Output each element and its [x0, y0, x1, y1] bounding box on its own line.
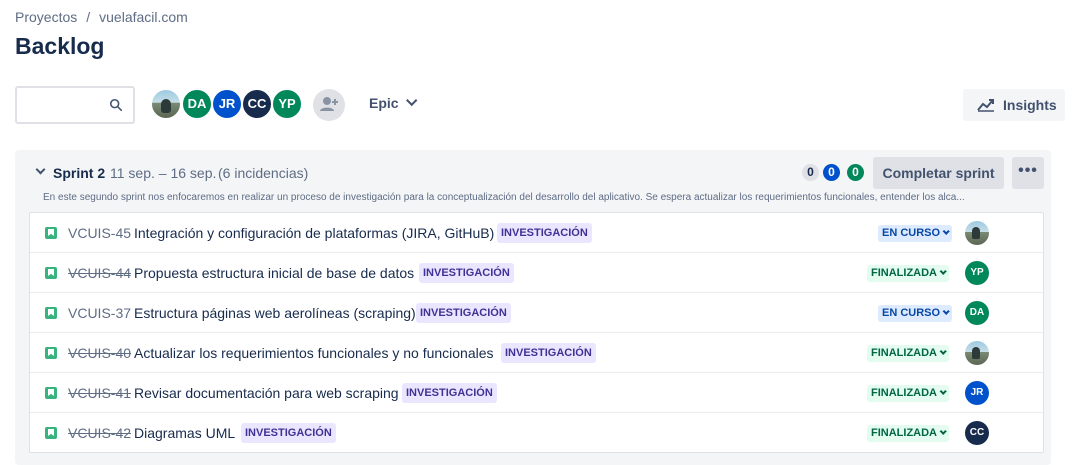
- issue-row[interactable]: VCUIS-37 Estructura páginas web aerolíne…: [30, 293, 1043, 333]
- status-label: FINALIZADA: [871, 427, 937, 439]
- issue-summary: Integración y configuración de plataform…: [134, 225, 495, 241]
- issue-key[interactable]: VCUIS-45: [68, 225, 131, 241]
- story-icon: [45, 347, 57, 359]
- issue-row[interactable]: VCUIS-45 Integración y configuración de …: [30, 213, 1043, 253]
- issue-key[interactable]: VCUIS-44: [68, 265, 131, 281]
- sprint-issue-count: (6 incidencias): [218, 165, 309, 181]
- breadcrumb-project-link[interactable]: vuelafacil.com: [99, 9, 188, 25]
- todo-count-badge: 0: [802, 164, 819, 181]
- story-icon: [45, 227, 57, 239]
- epic-lozenge[interactable]: INVESTIGACIÓN: [241, 423, 336, 443]
- epic-lozenge[interactable]: INVESTIGACIÓN: [419, 263, 514, 283]
- insights-button[interactable]: Insights: [963, 89, 1065, 121]
- status-label: FINALIZADA: [871, 347, 937, 359]
- issue-row[interactable]: VCUIS-42 Diagramas UML INVESTIGACIÓN FIN…: [30, 413, 1043, 452]
- epic-filter-label: Epic: [369, 95, 399, 111]
- chevron-down-icon: [939, 427, 947, 435]
- issue-summary: Propuesta estructura inicial de base de …: [134, 265, 415, 281]
- epic-lozenge[interactable]: INVESTIGACIÓN: [402, 383, 497, 403]
- backlog-toolbar: DA JR CC YP Epic Insights: [15, 86, 1065, 126]
- avatar[interactable]: CC: [241, 88, 273, 120]
- breadcrumb-projects-link[interactable]: Proyectos: [15, 9, 77, 25]
- status-dropdown[interactable]: FINALIZADA: [867, 265, 949, 282]
- in-progress-count-badge: 0: [823, 164, 840, 181]
- story-icon: [45, 307, 57, 319]
- status-label: FINALIZADA: [871, 387, 937, 399]
- sprint-description: En este segundo sprint nos enfocaremos e…: [43, 192, 965, 203]
- breadcrumb-separator: /: [86, 9, 91, 25]
- status-dropdown[interactable]: FINALIZADA: [867, 345, 949, 362]
- issue-key[interactable]: VCUIS-42: [68, 425, 131, 441]
- epic-lozenge[interactable]: INVESTIGACIÓN: [501, 343, 596, 363]
- chevron-down-icon: [405, 94, 417, 107]
- epic-lozenge[interactable]: INVESTIGACIÓN: [497, 223, 592, 243]
- chevron-down-icon: [942, 307, 950, 315]
- story-icon: [45, 387, 57, 399]
- issue-row[interactable]: VCUIS-40 Actualizar los requerimientos f…: [30, 333, 1043, 373]
- assignee-avatar[interactable]: DA: [965, 301, 989, 325]
- assignee-avatar[interactable]: YP: [965, 261, 989, 285]
- issue-row[interactable]: VCUIS-41 Revisar documentación para web …: [30, 373, 1043, 413]
- epic-lozenge[interactable]: INVESTIGACIÓN: [416, 303, 511, 323]
- assignee-avatar[interactable]: [965, 341, 989, 365]
- story-icon: [45, 427, 57, 439]
- add-people-button[interactable]: [313, 89, 345, 121]
- chevron-down-icon: [939, 347, 947, 355]
- issue-summary: Estructura páginas web aerolíneas (scrap…: [134, 305, 416, 321]
- sprint-dates: 11 sep. – 16 sep.: [110, 165, 217, 181]
- avatar[interactable]: YP: [271, 88, 303, 120]
- search-input[interactable]: [15, 86, 135, 124]
- avatar[interactable]: [150, 88, 182, 120]
- assignee-avatar[interactable]: JR: [965, 381, 989, 405]
- sprint-name[interactable]: Sprint 2: [53, 165, 105, 181]
- complete-sprint-button[interactable]: Completar sprint: [873, 157, 1004, 189]
- issue-list: VCUIS-45 Integración y configuración de …: [29, 212, 1044, 453]
- insights-label: Insights: [1003, 97, 1057, 113]
- assignee-avatar[interactable]: [965, 221, 989, 245]
- issue-row[interactable]: VCUIS-44 Propuesta estructura inicial de…: [30, 253, 1043, 293]
- assignee-avatar[interactable]: CC: [965, 421, 989, 445]
- page-title: Backlog: [15, 33, 105, 59]
- add-user-icon: [320, 97, 338, 111]
- status-label: FINALIZADA: [871, 267, 937, 279]
- chevron-down-icon: [942, 227, 950, 235]
- status-dropdown[interactable]: EN CURSO: [878, 305, 953, 322]
- status-label: EN CURSO: [882, 307, 941, 319]
- breadcrumb: Proyectos / vuelafacil.com: [15, 9, 188, 25]
- issue-key[interactable]: VCUIS-37: [68, 305, 131, 321]
- sprint-header: Sprint 2 11 sep. – 16 sep. (6 incidencia…: [15, 150, 1051, 192]
- chevron-down-icon: [939, 267, 947, 275]
- more-actions-button[interactable]: •••: [1012, 157, 1044, 189]
- status-label: EN CURSO: [882, 227, 941, 239]
- status-dropdown[interactable]: FINALIZADA: [867, 425, 949, 442]
- search-icon: [109, 98, 123, 112]
- sprint-container: Sprint 2 11 sep. – 16 sep. (6 incidencia…: [15, 150, 1051, 465]
- issue-summary: Revisar documentación para web scraping: [134, 385, 399, 401]
- chart-trend-icon: [977, 99, 994, 112]
- status-dropdown[interactable]: EN CURSO: [878, 225, 953, 242]
- issue-summary: Diagramas UML: [134, 425, 236, 441]
- issue-summary: Actualizar los requerimientos funcionale…: [134, 345, 494, 361]
- issue-key[interactable]: VCUIS-41: [68, 385, 131, 401]
- status-dropdown[interactable]: FINALIZADA: [867, 385, 949, 402]
- avatar[interactable]: DA: [181, 88, 213, 120]
- chevron-down-icon[interactable]: [35, 164, 46, 175]
- chevron-down-icon: [939, 387, 947, 395]
- epic-filter-dropdown[interactable]: Epic: [369, 94, 417, 111]
- issue-key[interactable]: VCUIS-40: [68, 345, 131, 361]
- done-count-badge: 0: [847, 164, 864, 181]
- story-icon: [45, 267, 57, 279]
- avatar[interactable]: JR: [211, 88, 243, 120]
